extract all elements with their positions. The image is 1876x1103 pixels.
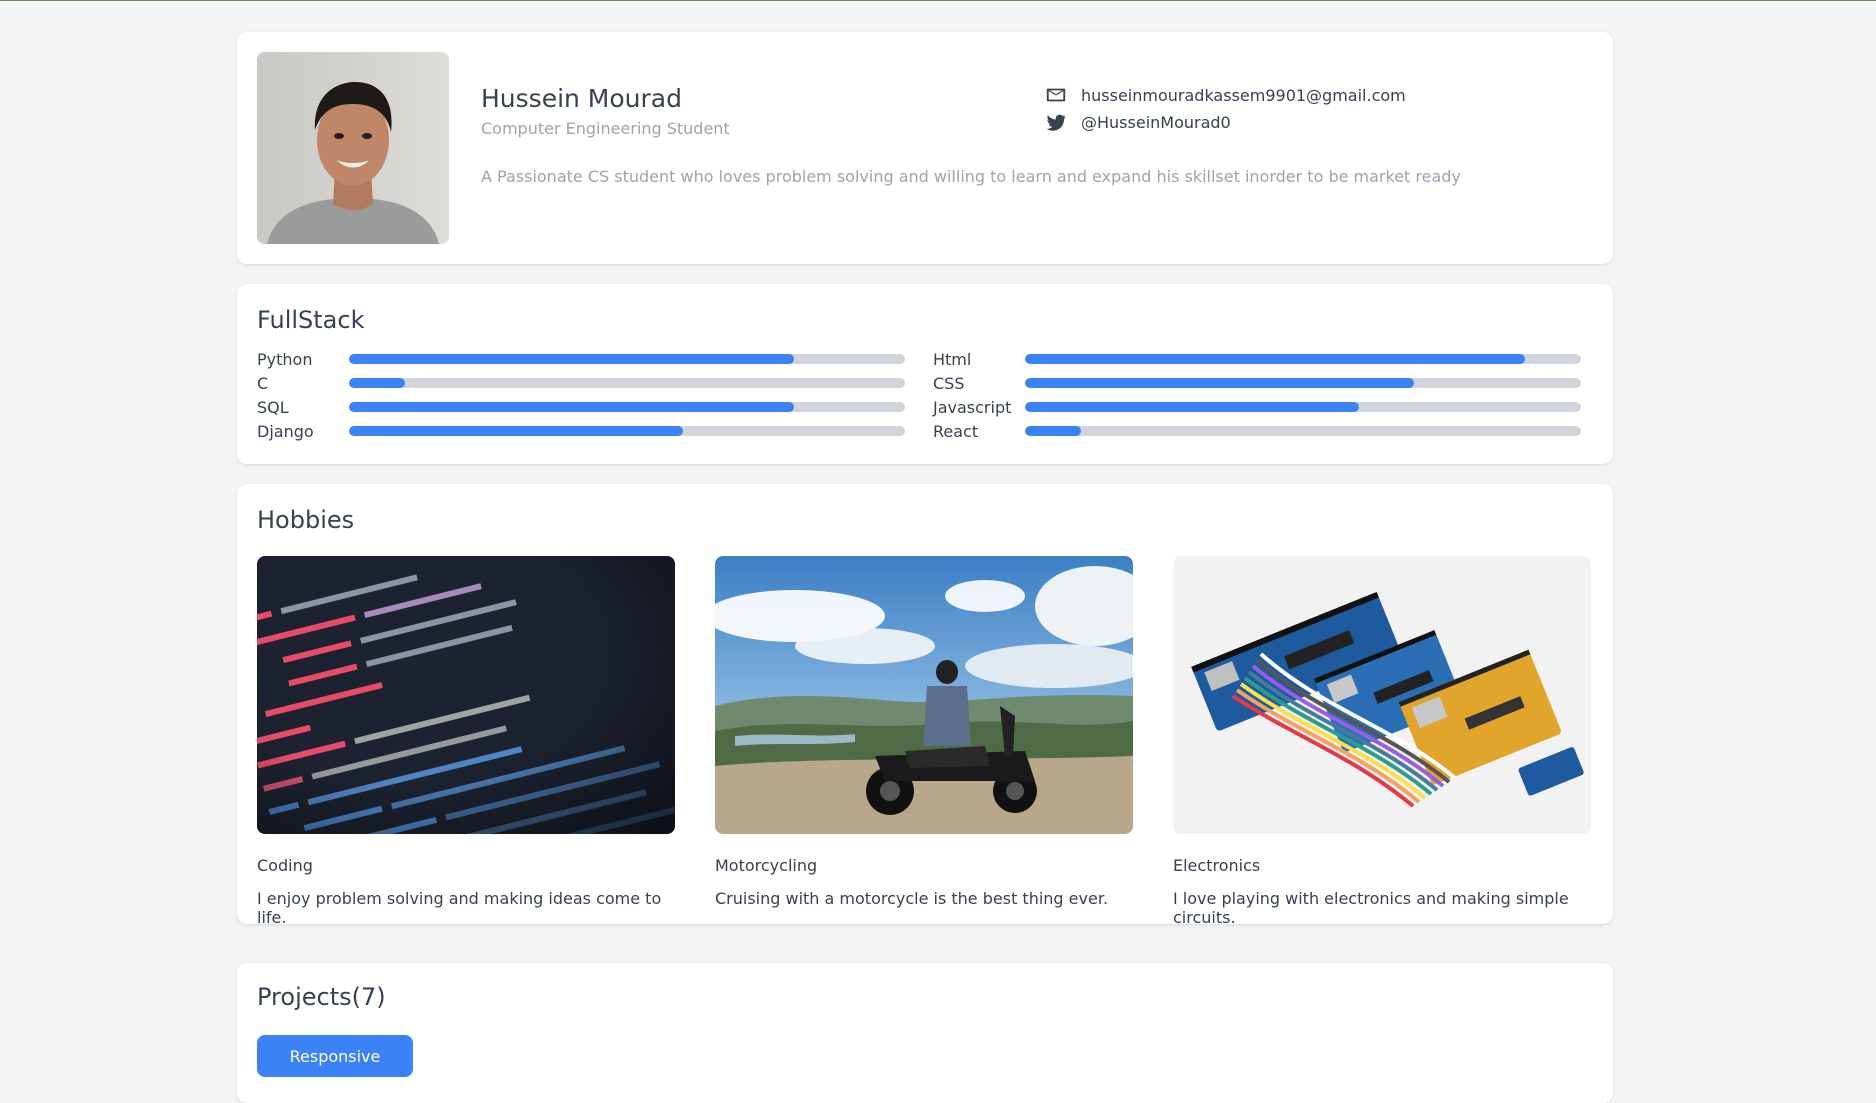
- skill-label: React: [933, 421, 979, 441]
- skill-bar: [1025, 402, 1581, 412]
- skill-bar-fill: [349, 378, 405, 388]
- hobby-title: Motorcycling: [715, 856, 818, 875]
- profile-role: Computer Engineering Student: [481, 119, 730, 138]
- skill-row-javascript: Javascript: [933, 395, 1581, 419]
- skill-bar: [349, 378, 905, 388]
- skill-bar: [1025, 426, 1581, 436]
- hobby-title: Coding: [257, 856, 313, 875]
- mail-icon: [1046, 88, 1066, 102]
- skill-label: SQL: [257, 397, 289, 417]
- skill-row-c: C: [257, 371, 905, 395]
- twitter-icon: [1046, 114, 1066, 131]
- skill-bar: [1025, 354, 1581, 364]
- hobby-description: I enjoy problem solving and making ideas…: [257, 889, 662, 927]
- skill-bar: [1025, 378, 1581, 388]
- skill-bar: [349, 402, 905, 412]
- skill-bar: [349, 426, 905, 436]
- skill-label: Python: [257, 349, 313, 369]
- projects-card: Projects(7) Responsive: [237, 963, 1613, 1103]
- skill-bar-fill: [349, 354, 794, 364]
- skill-row-html: Html: [933, 347, 1581, 371]
- twitter-contact[interactable]: @HusseinMourad0: [1045, 111, 1231, 133]
- skill-label: Javascript: [933, 397, 1012, 417]
- hobby-card-motorcycling[interactable]: Motorcycling Cruising with a motorcycle …: [715, 556, 1133, 908]
- profile-card: Hussein Mourad Computer Engineering Stud…: [237, 32, 1613, 264]
- profile-name: Hussein Mourad: [481, 84, 682, 113]
- top-border: [0, 0, 1876, 1]
- skill-bar: [349, 354, 905, 364]
- skill-label: C: [257, 373, 269, 393]
- profile-bio: A Passionate CS student who loves proble…: [481, 167, 1461, 186]
- code-screen-image: [257, 556, 675, 834]
- skill-bar-fill: [349, 426, 683, 436]
- skill-label: CSS: [933, 373, 965, 393]
- skill-label: Django: [257, 421, 314, 441]
- skills-title: FullStack: [257, 306, 365, 334]
- skill-bar-fill: [1025, 402, 1359, 412]
- skill-row-sql: SQL: [257, 395, 905, 419]
- hobbies-card: Hobbies Coding I enjoy problem solving a…: [237, 484, 1613, 927]
- avatar: [257, 52, 449, 244]
- skill-row-python: Python: [257, 347, 905, 371]
- skill-bar-fill: [1025, 378, 1415, 388]
- responsive-filter-button[interactable]: Responsive: [257, 1035, 413, 1077]
- hobby-description: I love playing with electronics and maki…: [1173, 889, 1569, 927]
- skill-row-react: React: [933, 419, 1581, 443]
- email-text[interactable]: husseinmouradkassem9901@gmail.com: [1081, 86, 1406, 105]
- hobby-card-electronics[interactable]: Electronics I love playing with electron…: [1173, 556, 1591, 927]
- twitter-handle[interactable]: @HusseinMourad0: [1081, 113, 1231, 132]
- skill-row-css: CSS: [933, 371, 1581, 395]
- arduino-boards-image: [1173, 556, 1591, 834]
- skill-bar-fill: [349, 402, 794, 412]
- motorcycle-landscape-image: [715, 556, 1133, 834]
- skill-row-django: Django: [257, 419, 905, 443]
- email-contact[interactable]: husseinmouradkassem9901@gmail.com: [1045, 84, 1406, 106]
- skill-bar-fill: [1025, 354, 1526, 364]
- hobby-description: Cruising with a motorcycle is the best t…: [715, 889, 1109, 908]
- skill-bar-fill: [1025, 426, 1081, 436]
- skills-card: FullStack Python C SQL Django Html CSS J…: [237, 284, 1613, 464]
- hobby-card-coding[interactable]: Coding I enjoy problem solving and makin…: [257, 556, 675, 927]
- hobbies-title: Hobbies: [257, 506, 355, 534]
- hobby-title: Electronics: [1173, 856, 1261, 875]
- skill-label: Html: [933, 349, 972, 369]
- projects-title: Projects(7): [257, 983, 386, 1011]
